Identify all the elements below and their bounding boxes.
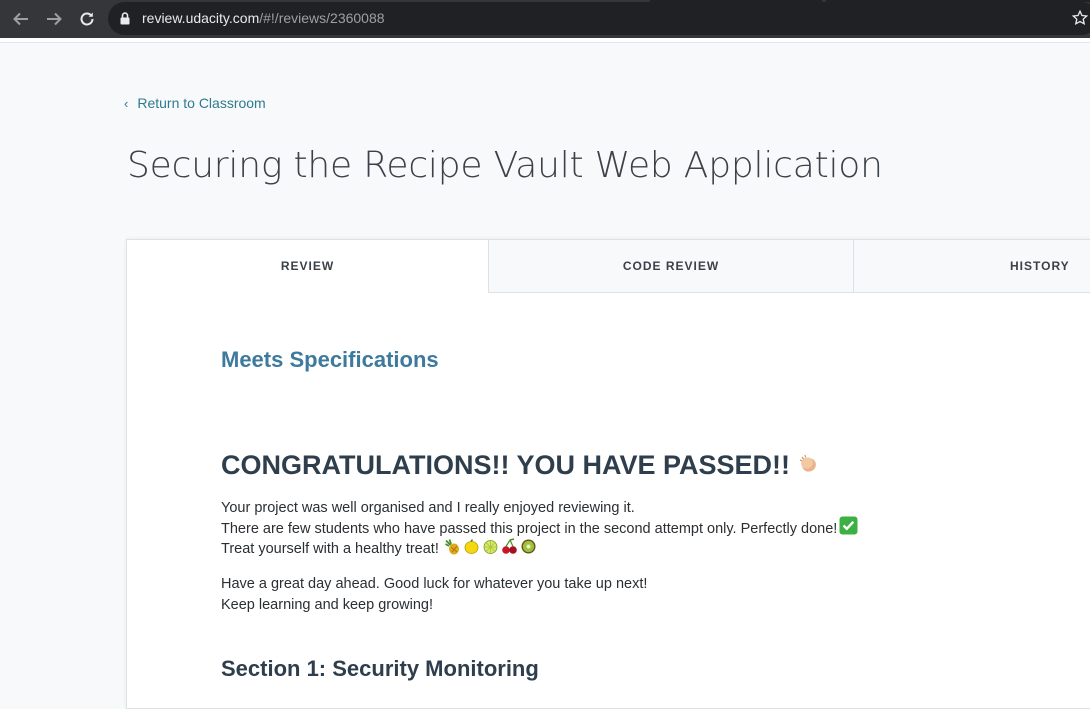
url-path: /#!/reviews/2360088	[259, 10, 385, 26]
review-line-text: Keep learning and keep growing!	[221, 596, 434, 613]
forward-arrow-icon[interactable]	[42, 7, 66, 31]
tab-history[interactable]: HISTORY	[853, 240, 1090, 293]
kiwi-icon	[520, 538, 537, 562]
clapping-hands-icon	[798, 450, 820, 481]
section-heading: Section 1: Security Monitoring	[221, 656, 539, 681]
lime-icon	[482, 538, 499, 562]
tab-review[interactable]: REVIEW	[127, 240, 488, 293]
review-line: Keep learning and keep growing!	[221, 595, 647, 616]
browser-toolbar: review.udacity.com/#!/reviews/2360088	[0, 0, 1090, 38]
review-tabs: REVIEW CODE REVIEW HISTORY	[127, 240, 1090, 293]
lemon-icon	[463, 538, 480, 562]
browser-divider-line	[0, 42, 1090, 43]
review-line-text: Have a great day ahead. Good luck for wh…	[221, 576, 648, 592]
star-icon[interactable]	[1071, 9, 1089, 31]
review-line: Have a great day ahead. Good luck for wh…	[221, 574, 647, 595]
congrats-heading: CONGRATULATIONS!! YOU HAVE PASSED!!	[221, 450, 820, 481]
pineapple-icon	[444, 538, 461, 562]
cherries-icon	[501, 537, 518, 562]
back-arrow-icon[interactable]	[9, 7, 33, 31]
address-bar[interactable]: review.udacity.com/#!/reviews/2360088	[108, 2, 1090, 35]
review-line-text: There are few students who have passed t…	[221, 520, 838, 537]
review-paragraph-2: Have a great day ahead. Good luck for wh…	[221, 574, 647, 615]
check-mark-icon	[839, 516, 858, 542]
review-line-text: Your project was well organised and I re…	[221, 500, 635, 516]
reload-icon[interactable]	[75, 7, 99, 31]
return-to-classroom-link[interactable]: ‹ Return to Classroom	[124, 95, 266, 111]
lock-icon	[120, 12, 130, 30]
chevron-left-icon: ‹	[124, 95, 129, 111]
congrats-text: CONGRATULATIONS!! YOU HAVE PASSED!!	[221, 450, 791, 480]
url-host: review.udacity.com	[142, 10, 260, 26]
review-paragraph-1: Your project was well organised and I re…	[221, 498, 858, 560]
review-line: Treat yourself with a healthy treat!	[221, 537, 858, 562]
review-line-text: Treat yourself with a healthy treat!	[221, 541, 439, 557]
review-line: There are few students who have passed t…	[221, 516, 858, 542]
review-line: Your project was well organised and I re…	[221, 498, 858, 519]
review-card: REVIEW CODE REVIEW HISTORY Meets Specifi…	[126, 239, 1090, 709]
return-to-classroom-label: Return to Classroom	[137, 95, 266, 111]
page-title: Securing the Recipe Vault Web Applicatio…	[127, 145, 883, 186]
tab-code-review[interactable]: CODE REVIEW	[488, 240, 853, 293]
review-status: Meets Specifications	[221, 347, 439, 372]
url-text: review.udacity.com/#!/reviews/2360088	[142, 10, 385, 26]
